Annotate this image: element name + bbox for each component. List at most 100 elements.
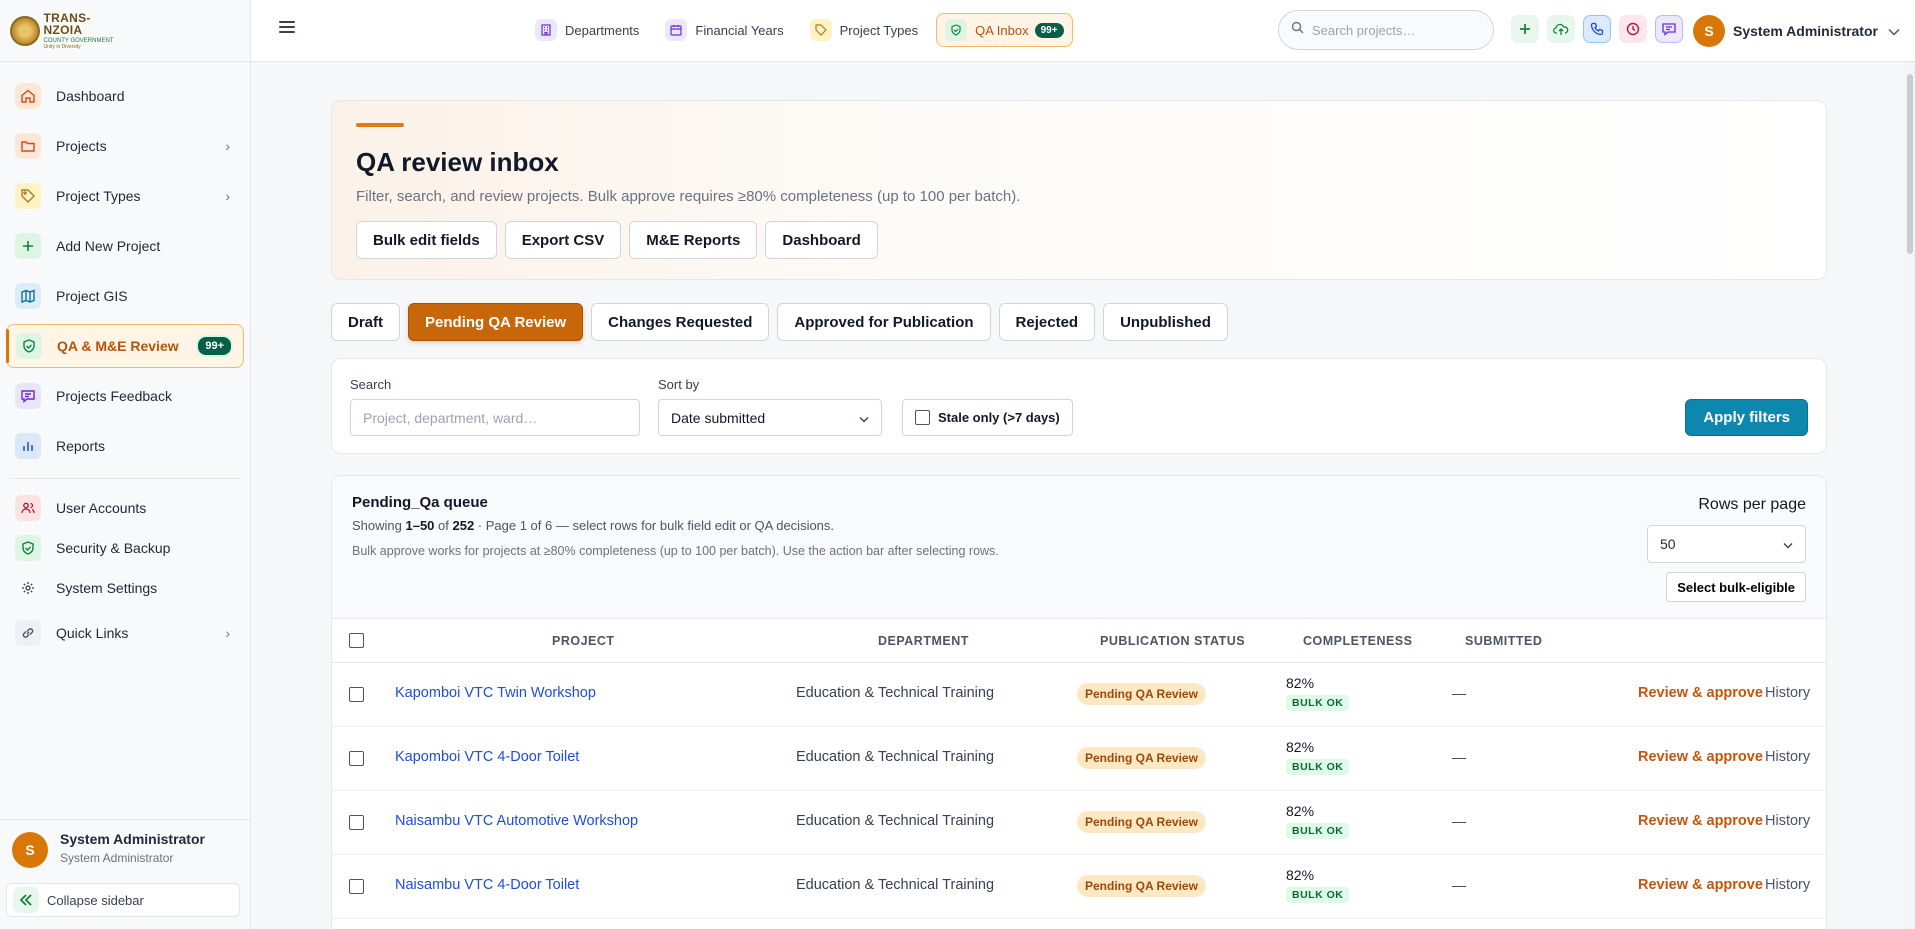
qa-queue-table: Pending_Qa queue Showing 1–50 of 252 · P… (331, 475, 1827, 929)
project-link[interactable]: Kapomboi VTC Twin Workshop (395, 685, 596, 701)
row-checkbox[interactable] (349, 687, 364, 702)
scrollbar-thumb[interactable] (1907, 74, 1913, 254)
bar-chart-icon (15, 433, 41, 459)
folder-icon (15, 133, 41, 159)
quick-link-project-types[interactable]: Project Types (802, 13, 927, 47)
sort-select[interactable]: Date submitted (658, 399, 882, 436)
project-search-box (1278, 10, 1494, 50)
qa-count-badge: 99+ (196, 335, 233, 357)
page-description: Filter, search, and review projects. Bul… (356, 188, 1021, 205)
column-department[interactable]: DEPARTMENT (878, 634, 969, 648)
cloud-upload-icon[interactable] (1547, 15, 1575, 43)
row-checkbox[interactable] (349, 879, 364, 894)
sidebar-item-dashboard[interactable]: Dashboard (6, 74, 244, 118)
sidebar: TRANS-NZOIA COUNTY GOVERNMENT Unity in D… (0, 0, 251, 929)
sidebar-item-qa-review[interactable]: QA & M&E Review 99+ (6, 324, 244, 368)
chat-icon[interactable] (1655, 15, 1683, 43)
sidebar-item-quick-links[interactable]: Quick Links › (6, 611, 244, 655)
main-content: QA review inbox Filter, search, and revi… (251, 62, 1905, 929)
history-link[interactable]: History (1765, 877, 1810, 893)
sidebar-item-user-accounts[interactable]: User Accounts (6, 491, 244, 525)
clock-icon[interactable] (1619, 15, 1647, 43)
tab-approved-for-publication[interactable]: Approved for Publication (777, 303, 991, 341)
history-link[interactable]: History (1765, 813, 1810, 829)
add-icon[interactable] (1511, 15, 1539, 43)
column-publication-status[interactable]: PUBLICATION STATUS (1100, 634, 1245, 648)
bulk-ok-badge: BULK OK (1286, 887, 1350, 903)
county-logo[interactable]: TRANS-NZOIA COUNTY GOVERNMENT Unity in D… (0, 0, 250, 62)
sidebar-item-system-settings[interactable]: System Settings (6, 571, 244, 605)
sidebar-item-projects[interactable]: Projects › (6, 124, 244, 168)
row-checkbox[interactable] (349, 815, 364, 830)
history-link[interactable]: History (1765, 749, 1810, 765)
queue-title: Pending_Qa queue (352, 494, 488, 511)
project-link[interactable]: Naisambu VTC 4-Door Toilet (395, 877, 579, 893)
menu-toggle-icon[interactable] (279, 21, 295, 35)
sidebar-user-card[interactable]: S System Administrator System Administra… (0, 819, 250, 879)
home-icon (15, 83, 41, 109)
apply-filters-button[interactable]: Apply filters (1685, 399, 1808, 436)
accent-bar (356, 123, 404, 127)
rows-per-page-value: 50 (1660, 536, 1676, 552)
sidebar-item-add-new-project[interactable]: Add New Project (6, 224, 244, 268)
stale-only-toggle[interactable]: Stale only (>7 days) (902, 399, 1073, 436)
filter-search-input[interactable]: Project, department, ward… (350, 399, 640, 436)
avatar: S (12, 831, 48, 868)
logo-title: TRANS-NZOIA (43, 10, 91, 37)
tab-unpublished[interactable]: Unpublished (1103, 303, 1228, 341)
chevron-down-icon (1888, 23, 1900, 39)
sidebar-item-label: Project Types (56, 188, 141, 204)
quick-link-departments[interactable]: Departments (527, 13, 647, 47)
quick-link-label: Project Types (839, 22, 919, 38)
chevron-right-icon: › (225, 625, 230, 641)
shield-icon (15, 535, 41, 561)
double-chevron-left-icon (13, 887, 39, 913)
sidebar-item-project-types[interactable]: Project Types › (6, 174, 244, 218)
column-completeness[interactable]: COMPLETENESS (1303, 634, 1413, 648)
column-project[interactable]: PROJECT (552, 634, 615, 648)
table-row: Kapomboi VTC 4-Door Toilet Education & T… (332, 727, 1826, 791)
tab-draft[interactable]: Draft (331, 303, 401, 341)
rows-per-page-select[interactable]: 50 (1647, 525, 1806, 563)
page-scrollbar[interactable] (1905, 62, 1915, 929)
me-reports-button[interactable]: M&E Reports (629, 221, 758, 259)
review-approve-link[interactable]: Review & approve (1638, 749, 1763, 765)
column-submitted[interactable]: SUBMITTED (1465, 634, 1542, 648)
tab-pending-qa-review[interactable]: Pending QA Review (408, 303, 584, 341)
row-checkbox[interactable] (349, 751, 364, 766)
history-link[interactable]: History (1765, 685, 1810, 701)
quick-link-financial-years[interactable]: Financial Years (657, 13, 791, 47)
quick-link-qa-inbox[interactable]: QA Inbox 99+ (936, 13, 1073, 47)
sidebar-item-security-backup[interactable]: Security & Backup (6, 531, 244, 565)
quick-link-label: QA Inbox (975, 22, 1029, 38)
project-link[interactable]: Kapomboi VTC 4-Door Toilet (395, 749, 579, 765)
sidebar-item-project-gis[interactable]: Project GIS (6, 274, 244, 318)
shield-check-icon (945, 19, 968, 41)
select-all-checkbox[interactable] (349, 633, 364, 648)
bulk-edit-fields-button[interactable]: Bulk edit fields (356, 221, 497, 259)
user-menu-name: System Administrator (1733, 23, 1878, 39)
select-bulk-eligible-button[interactable]: Select bulk-eligible (1666, 572, 1806, 602)
bulk-ok-badge: BULK OK (1286, 759, 1350, 775)
user-menu[interactable]: S System Administrator (1693, 15, 1900, 47)
tab-rejected[interactable]: Rejected (998, 303, 1096, 341)
sort-value: Date submitted (671, 409, 766, 426)
collapse-sidebar-button[interactable]: Collapse sidebar (6, 883, 240, 917)
sidebar-item-projects-feedback[interactable]: Projects Feedback (6, 374, 244, 418)
tab-changes-requested[interactable]: Changes Requested (591, 303, 770, 341)
sidebar-divider (10, 478, 240, 479)
review-approve-link[interactable]: Review & approve (1638, 685, 1763, 701)
avatar: S (1693, 15, 1725, 47)
export-csv-button[interactable]: Export CSV (504, 221, 622, 259)
sidebar-item-reports[interactable]: Reports (6, 424, 244, 468)
phone-icon[interactable] (1583, 15, 1611, 43)
review-approve-link[interactable]: Review & approve (1638, 877, 1763, 893)
project-link[interactable]: Naisambu VTC Automotive Workshop (395, 813, 638, 829)
dashboard-button[interactable]: Dashboard (765, 221, 878, 259)
stale-only-label: Stale only (>7 days) (938, 410, 1060, 425)
review-approve-link[interactable]: Review & approve (1638, 813, 1763, 829)
project-search-input[interactable] (1312, 22, 1472, 38)
building-icon (535, 19, 557, 41)
status-badge: Pending QA Review (1077, 747, 1206, 769)
stale-only-checkbox[interactable] (915, 410, 930, 425)
